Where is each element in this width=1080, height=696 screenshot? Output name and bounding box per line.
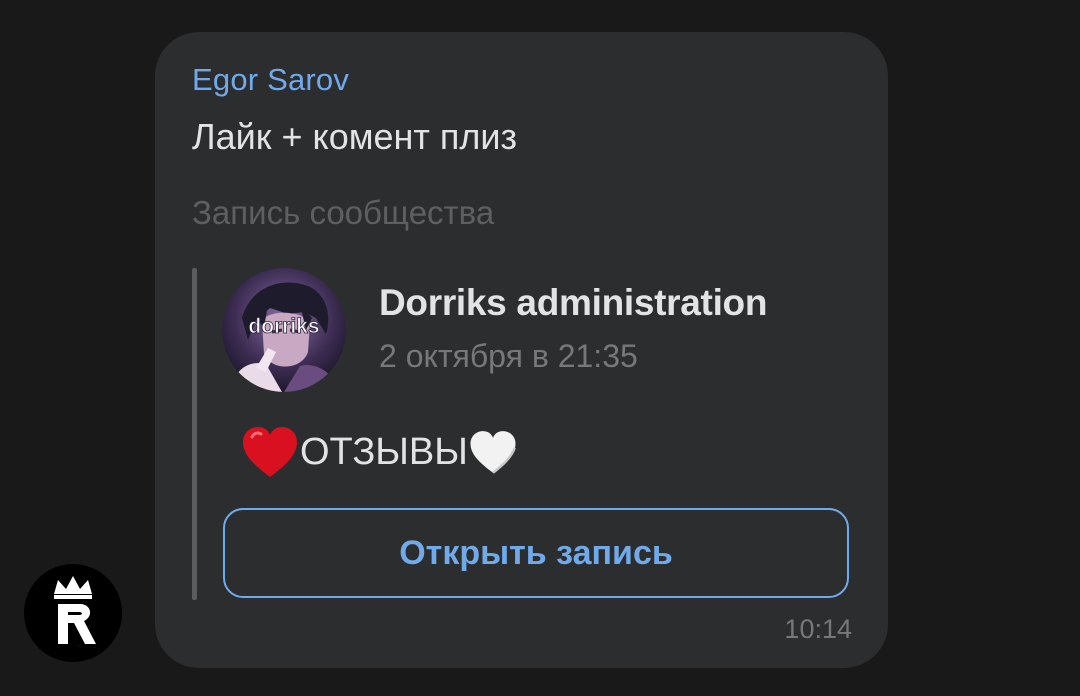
red-heart-icon (240, 425, 300, 479)
avatar-label: dorriks (248, 315, 319, 338)
svg-text:R: R (78, 645, 79, 647)
open-post-button[interactable]: Открыть запись (223, 508, 849, 598)
post-date: 2 октября в 21:35 (379, 338, 638, 374)
message-time: 10:14 (784, 614, 852, 644)
group-avatar[interactable]: dorriks (222, 268, 346, 392)
repost-label: Запись сообщества (192, 194, 495, 231)
white-heart-icon (468, 429, 518, 475)
crown-logo-icon: R (54, 576, 96, 647)
group-name[interactable]: Dorriks administration (379, 282, 767, 324)
sender-avatar[interactable]: R (24, 564, 122, 662)
post-text: ОТЗЫВЫ (240, 424, 518, 480)
message-bubble: Egor Sarov Лайк + комент плиз Запись соо… (155, 32, 888, 668)
message-author[interactable]: Egor Sarov (192, 62, 349, 98)
chat-screen: R Egor Sarov Лайк + комент плиз Запись с… (0, 0, 1080, 696)
quote-bar (192, 268, 197, 600)
post-text-label: ОТЗЫВЫ (300, 430, 468, 473)
message-text: Лайк + комент плиз (192, 116, 517, 157)
